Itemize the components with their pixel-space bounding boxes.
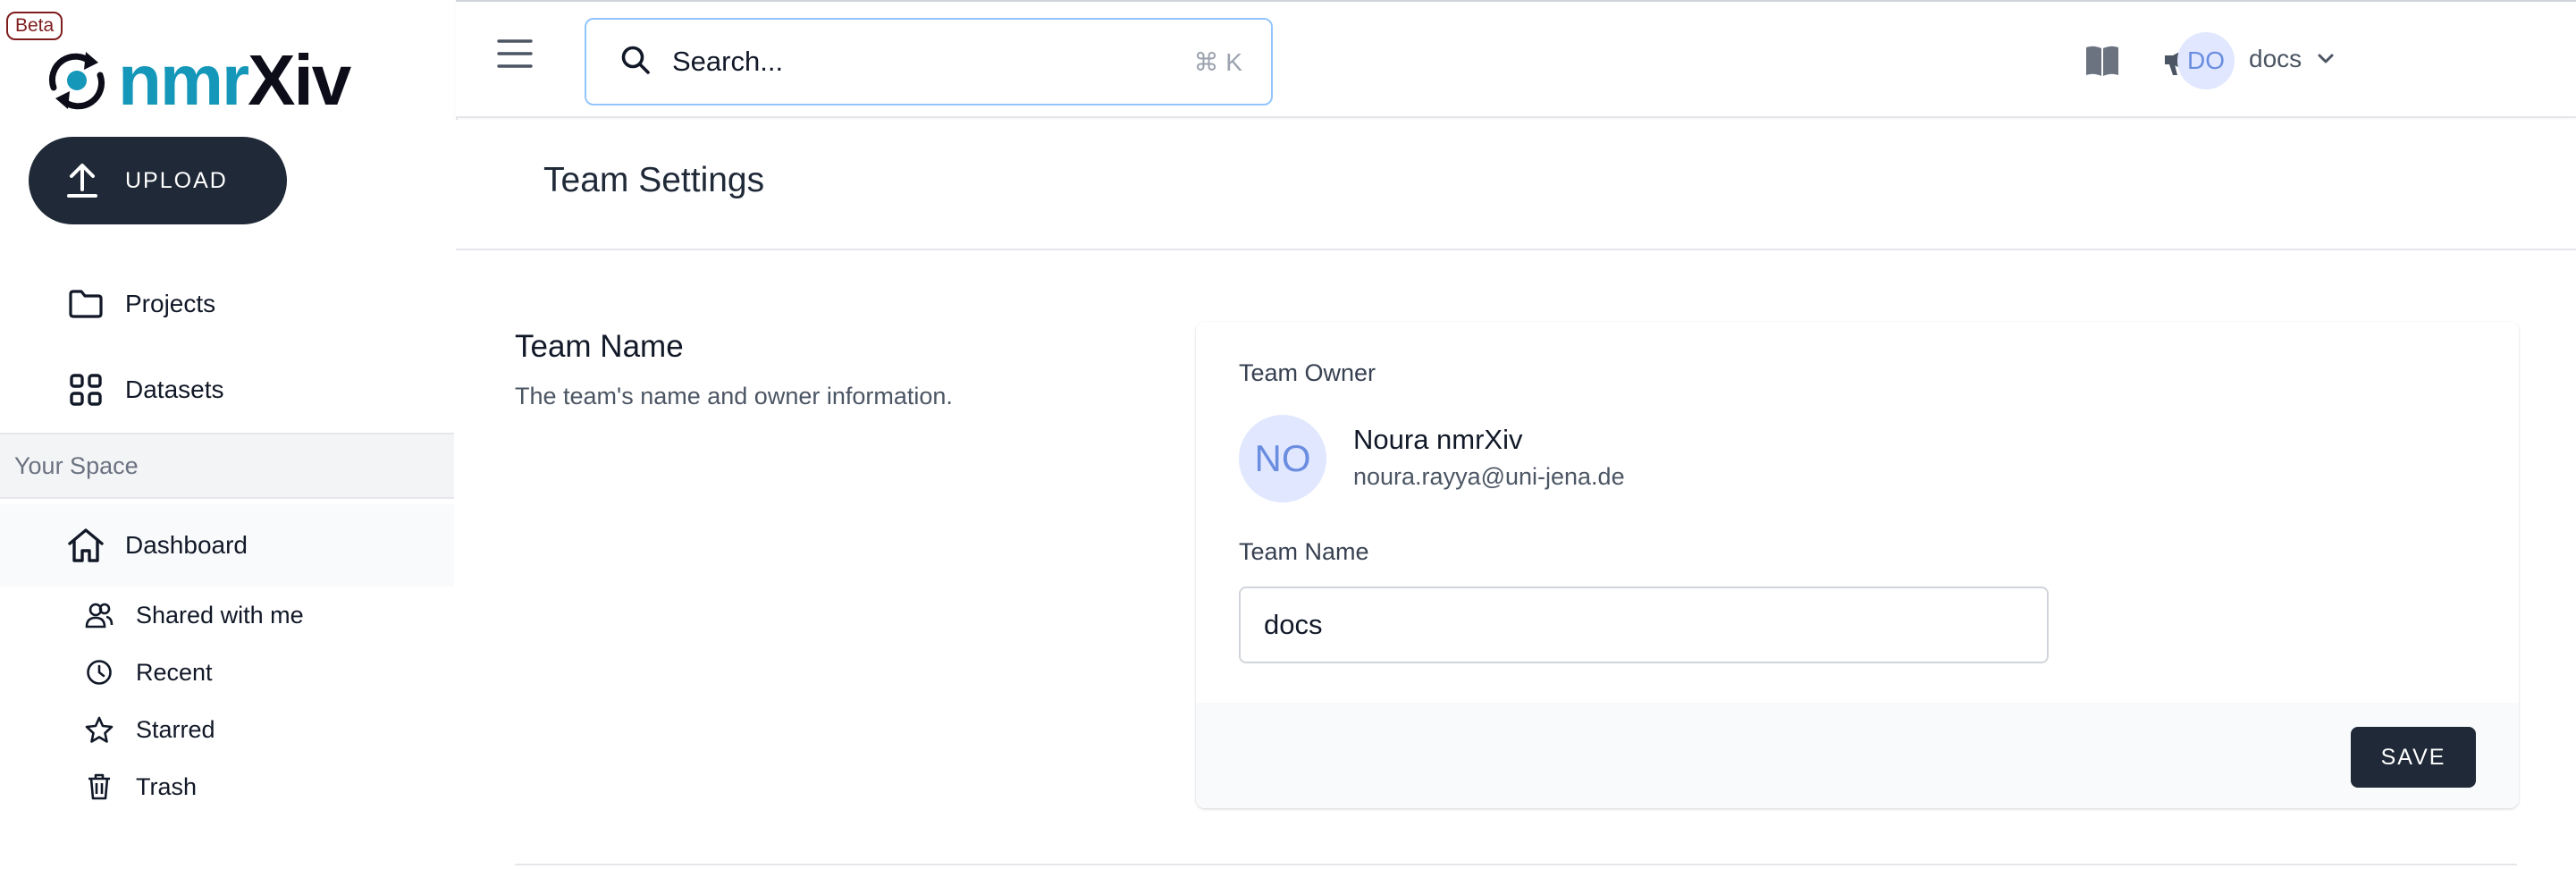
team-owner-label: Team Owner [1239, 359, 1376, 386]
section-title: Team Name [515, 329, 684, 364]
upload-label: UPLOAD [125, 167, 228, 193]
sidebar-item-label: Dashboard [125, 531, 248, 559]
owner-name: Noura nmrXiv [1353, 424, 1523, 455]
team-name-card: Team Owner NO Noura nmrXiv noura.rayya@u… [1196, 322, 2519, 808]
section-label-your-space: Your Space [0, 433, 454, 499]
sidebar-item-dashboard[interactable]: Dashboard [0, 504, 454, 586]
star-icon [84, 714, 114, 745]
chevron-down-icon [2318, 54, 2334, 63]
book-icon[interactable] [2083, 41, 2122, 80]
page-title: Team Settings [543, 161, 765, 199]
folder-icon [66, 284, 105, 324]
menu-toggle-icon[interactable] [497, 38, 533, 70]
upload-icon [67, 164, 97, 198]
search-shortcut: ⌘ K [1193, 47, 1242, 76]
section-divider [515, 864, 2517, 865]
search-input[interactable]: Search... ⌘ K [585, 18, 1273, 105]
logo-text: nmrXiv [118, 45, 351, 116]
owner-avatar: NO [1239, 415, 1326, 502]
sidebar-item-label: Starred [136, 715, 215, 743]
topbar: Search... ⌘ K DO docs [456, 0, 2576, 118]
owner-email: noura.rayya@uni-jena.de [1353, 463, 1625, 490]
sidebar-item-label: Recent [136, 658, 213, 686]
grid-icon [66, 370, 105, 409]
section-description: The team's name and owner information. [515, 383, 953, 409]
home-icon [66, 526, 105, 565]
page-header: Team Settings [456, 120, 2576, 250]
search-icon [620, 45, 651, 80]
sidebar: Beta nmrXiv UPLOAD Projects Datasets You… [0, 0, 458, 869]
sidebar-item-datasets[interactable]: Datasets [0, 350, 454, 429]
save-button[interactable]: SAVE [2351, 727, 2476, 788]
team-switcher-label: docs [2249, 45, 2302, 72]
sidebar-item-label: Trash [136, 772, 198, 800]
team-name-field[interactable]: docs [1239, 586, 2049, 663]
team-switcher[interactable]: docs [2249, 45, 2334, 73]
main-content: Team Name The team's name and owner info… [456, 250, 2576, 869]
sidebar-item-label: Datasets [125, 375, 224, 403]
trash-icon [84, 772, 114, 802]
sidebar-item-projects[interactable]: Projects [0, 265, 454, 343]
sidebar-item-shared-with-me[interactable]: Shared with me [0, 588, 454, 642]
sidebar-item-recent[interactable]: Recent [0, 645, 454, 699]
logo-cycle-icon [48, 52, 105, 110]
beta-badge: Beta [6, 12, 63, 40]
user-avatar[interactable]: DO [2177, 32, 2235, 89]
logo-text-nmr: nmr [118, 40, 249, 120]
sidebar-item-starred[interactable]: Starred [0, 703, 454, 756]
users-icon [84, 600, 114, 630]
sidebar-item-trash[interactable]: Trash [0, 760, 454, 814]
upload-button[interactable]: UPLOAD [29, 137, 287, 224]
nmrxiv-logo[interactable]: nmrXiv [41, 45, 351, 116]
sidebar-item-label: Shared with me [136, 601, 304, 629]
logo-text-xiv: Xiv [248, 40, 351, 120]
team-name-label: Team Name [1239, 538, 1369, 565]
search-placeholder: Search... [672, 46, 784, 77]
card-footer: SAVE [1196, 703, 2519, 808]
clock-icon [84, 657, 114, 688]
sidebar-item-label: Projects [125, 290, 216, 317]
